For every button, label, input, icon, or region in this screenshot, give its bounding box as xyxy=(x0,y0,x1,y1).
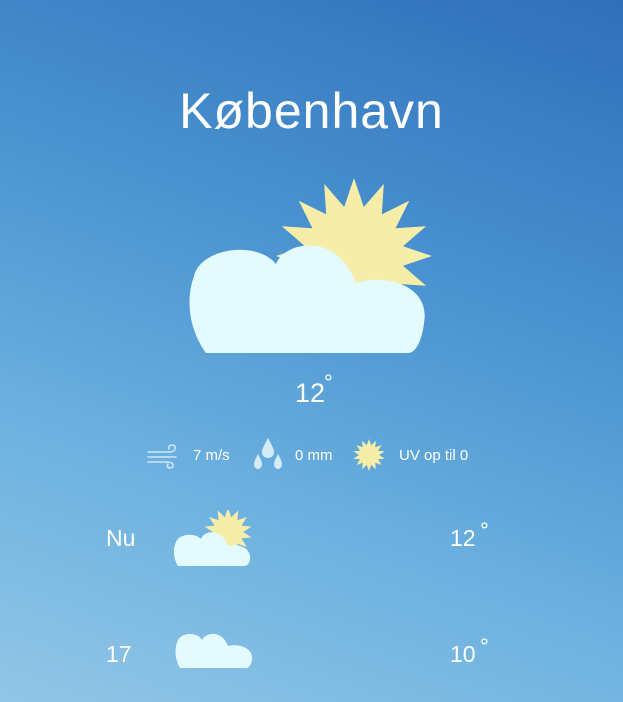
weather-details: 7 m/s 0 mm UV op til 0 xyxy=(0,436,623,474)
wind-speed: 7 m/s xyxy=(193,447,230,464)
wind-icon xyxy=(146,442,182,475)
degree-symbol: ° xyxy=(480,518,489,543)
precipitation-amount: 0 mm xyxy=(295,447,333,464)
sun-icon xyxy=(352,438,386,477)
cloud-icon xyxy=(172,628,256,677)
forecast-time: Nu xyxy=(106,525,136,551)
forecast-temperature: 10 ° xyxy=(450,636,489,668)
forecast-temperature-value: 10 xyxy=(450,641,476,667)
forecast-time: 17 xyxy=(106,641,132,667)
current-temperature: 12 ° xyxy=(270,372,350,409)
partly-cloudy-icon xyxy=(172,508,256,575)
weather-screen: København 12 ° 7 m/s 0 mm UV op til 0 Nu… xyxy=(0,0,623,702)
raindrops-icon xyxy=(250,436,286,477)
forecast-temperature: 12 ° xyxy=(450,520,489,552)
forecast-temperature-value: 12 xyxy=(450,525,476,551)
uv-index: UV op til 0 xyxy=(399,447,469,464)
city-name: København xyxy=(179,83,444,139)
degree-symbol: ° xyxy=(480,634,489,659)
degree-symbol: ° xyxy=(324,370,333,395)
partly-cloudy-icon xyxy=(186,178,436,363)
current-temperature-value: 12 xyxy=(294,378,326,408)
